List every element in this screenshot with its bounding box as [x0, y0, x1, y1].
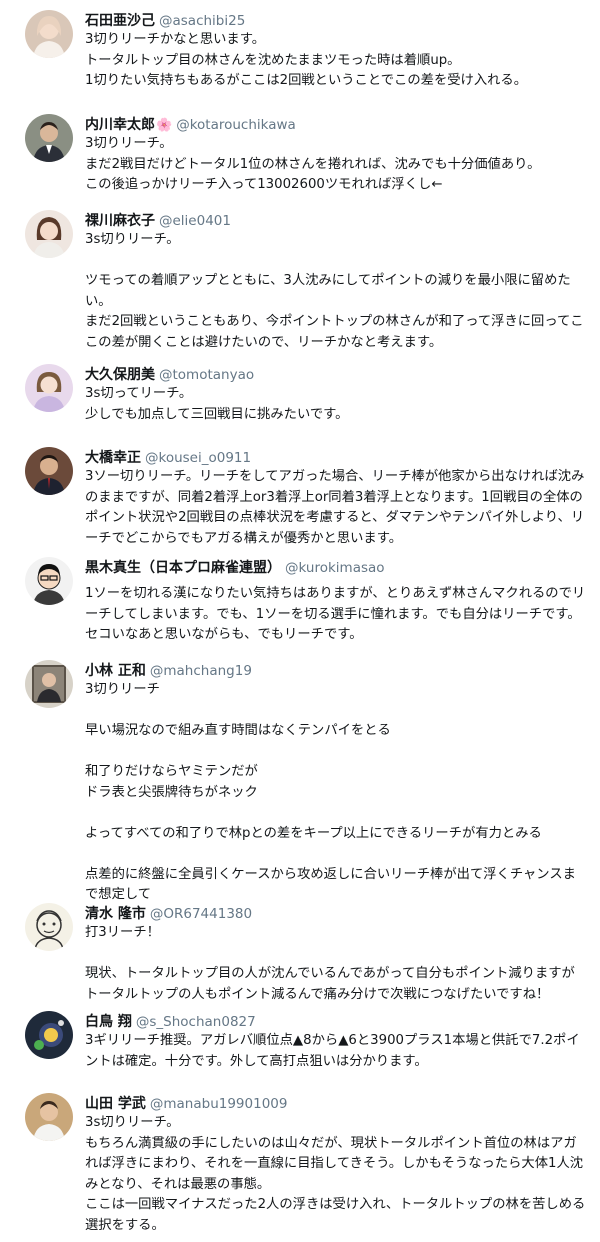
display-name[interactable]: 黒木真生（日本プロ麻雀連盟）: [85, 560, 281, 576]
user-avatar-icon[interactable]: [25, 1093, 73, 1141]
user-avatar-icon[interactable]: [25, 447, 73, 495]
tweet-text: 1ソーを切れる漢になりたい気持ちはありますが、とりあえず林さんマクれるのでリーチ…: [85, 586, 586, 642]
user-handle[interactable]: @elie0401: [159, 213, 231, 229]
display-name[interactable]: 石田亜沙己: [85, 13, 155, 29]
user-handle[interactable]: @OR67441380: [150, 906, 252, 922]
tweet-text: 3s切りリーチ。 もちろん満貫級の手にしたいのは山々だが、現状トータルポイント首…: [85, 1115, 586, 1233]
user-handle[interactable]: @tomotanyao: [159, 367, 254, 383]
user-avatar-icon[interactable]: [25, 660, 73, 708]
user-avatar-icon[interactable]: [25, 10, 73, 58]
tweet-text: 3s切りリーチ。 ツモっての着順アップとともに、3人沈みにしてポイントの減りを最…: [85, 232, 584, 350]
tweet-text: 3切りリーチかなと思います。 トータルトップ目の林さんを沈めたままツモった時は着…: [85, 32, 528, 88]
display-name[interactable]: 小林 正和: [85, 663, 146, 679]
user-handle[interactable]: @kousei_o0911: [145, 450, 251, 466]
display-name[interactable]: 大橋幸正: [85, 450, 141, 466]
flower-emoji-icon: 🌸: [156, 118, 173, 133]
tweet-text: 3s切ってリーチ。 少しでも加点して三回戦目に挑みたいです。: [85, 386, 349, 422]
tweet-text: 3ソー切りリーチ。リーチをしてアガった場合、リーチ棒が他家から出なければ沈みのま…: [85, 469, 585, 546]
user-avatar-icon[interactable]: [25, 114, 73, 162]
user-avatar-icon[interactable]: [25, 557, 73, 605]
display-name[interactable]: 祼川麻衣子: [85, 213, 155, 229]
user-handle[interactable]: @kurokimasao: [285, 560, 385, 576]
user-handle[interactable]: @mahchang19: [150, 663, 252, 679]
display-name[interactable]: 内川幸太郎: [85, 117, 155, 133]
user-handle[interactable]: @kotarouchikawa: [176, 117, 296, 133]
user-handle[interactable]: @s_Shochan0827: [136, 1014, 256, 1030]
tweet-text: 3切りリーチ。 まだ2戦目だけどトータル1位の林さんを捲れれば、沈みでも十分価値…: [85, 136, 541, 192]
display-name[interactable]: 清水 隆市: [85, 906, 146, 922]
tweet-text: 3切りリーチ 早い場況なので組み直す時間はなくテンパイをとる 和了りだけならヤミ…: [85, 682, 576, 902]
timeline-feed: 石田亜沙己 @asachibi25 3切りリーチかなと思います。 トータルトップ目…: [0, 0, 600, 1242]
user-handle[interactable]: @asachibi25: [159, 13, 245, 29]
tweet-text: 3ギリリーチ推奨。アガレバ順位点▲8から▲6と3900プラス1本場と供託で7.2…: [85, 1033, 580, 1069]
user-avatar-icon[interactable]: [25, 210, 73, 258]
user-avatar-icon[interactable]: [25, 1011, 73, 1059]
user-avatar-icon[interactable]: [25, 364, 73, 412]
tweet-text: 打3リーチ！ 現状、トータルトップ目の人が沈んでいるんであがって自分もポイント減…: [85, 925, 575, 1002]
user-handle[interactable]: @manabu19901009: [150, 1096, 288, 1112]
user-avatar-icon[interactable]: [25, 903, 73, 951]
display-name[interactable]: 白鳥 翔: [85, 1014, 132, 1030]
display-name[interactable]: 山田 学武: [85, 1096, 146, 1112]
display-name[interactable]: 大久保朋美: [85, 367, 155, 383]
